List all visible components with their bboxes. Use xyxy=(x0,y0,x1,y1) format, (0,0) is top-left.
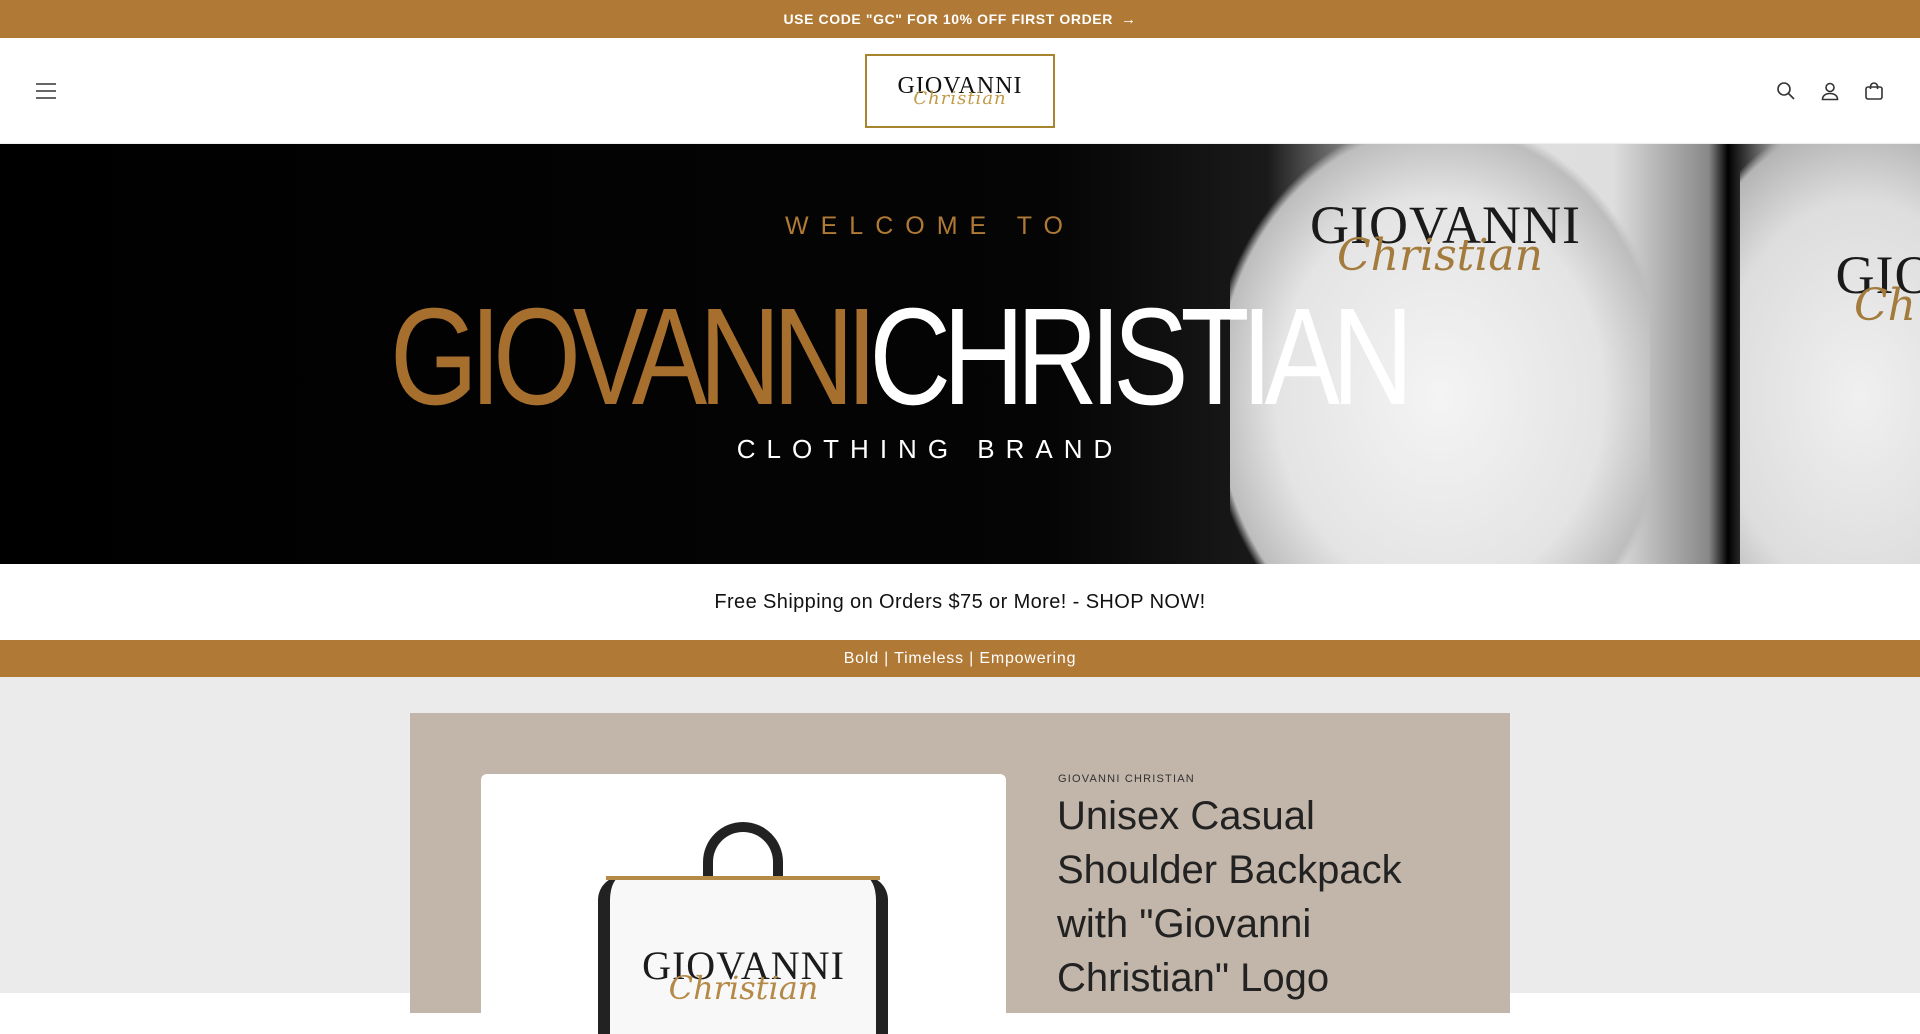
arrow-right-icon: → xyxy=(1120,10,1137,28)
backpack-logo-script: Christian xyxy=(668,969,819,1007)
backpack-logo: GIOVANNI Christian xyxy=(481,942,1006,1007)
tagline-text: Bold | Timeless | Empowering xyxy=(843,649,1077,667)
featured-product-section: GIOVANNI Christian GIOVANNI CHRISTIAN Un… xyxy=(0,677,1920,1034)
announcement-bar[interactable]: USE CODE "GC" FOR 10% OFF FIRST ORDER → xyxy=(0,0,1920,38)
hero-brand-gold: GIOVANNI xyxy=(390,280,878,434)
tshirt-logo-script-2: Ch xyxy=(1853,280,1916,331)
cart-icon xyxy=(1865,81,1883,100)
backpack-handle xyxy=(703,822,783,882)
header-icons xyxy=(1764,69,1896,113)
site-logo[interactable]: GIOVANNI Christian xyxy=(865,54,1055,128)
logo-script: Christian xyxy=(913,87,1007,109)
hero-subtitle: CLOTHING BRAND xyxy=(736,434,1124,464)
account-button[interactable] xyxy=(1808,69,1852,113)
hero-welcome-text: WELCOME TO xyxy=(785,212,1075,240)
cart-button[interactable] xyxy=(1852,69,1896,113)
backpack-trim xyxy=(606,876,880,880)
shipping-banner[interactable]: Free Shipping on Orders $75 or More! - S… xyxy=(0,564,1920,640)
tagline-bar: Bold | Timeless | Empowering xyxy=(0,640,1920,677)
menu-button[interactable] xyxy=(24,69,68,113)
hero-brand-white: CHRISTIAN xyxy=(869,280,1413,434)
product-title[interactable]: Unisex Casual Shoulder Backpack with "Gi… xyxy=(1057,789,1477,1005)
product-vendor: GIOVANNI CHRISTIAN xyxy=(1058,773,1195,785)
site-header: GIOVANNI Christian xyxy=(0,38,1920,144)
product-image[interactable]: GIOVANNI Christian xyxy=(481,774,1006,1034)
announcement-text[interactable]: USE CODE "GC" FOR 10% OFF FIRST ORDER xyxy=(783,11,1113,27)
search-button[interactable] xyxy=(1764,69,1808,113)
account-icon xyxy=(1821,82,1839,100)
menu-icon xyxy=(36,82,56,99)
tshirt-logo-2: GIO Ch xyxy=(1815,244,1920,331)
product-card: GIOVANNI Christian GIOVANNI CHRISTIAN Un… xyxy=(410,713,1510,1034)
shipping-text[interactable]: Free Shipping on Orders $75 or More! - S… xyxy=(714,591,1205,614)
tshirt-image-2: GIO Ch xyxy=(1740,144,1920,564)
hero-banner[interactable]: GIOVANNI Christian GIO Ch WELCOME TO GIO… xyxy=(0,144,1920,564)
search-icon xyxy=(1777,81,1795,100)
hero-brand-name: GIOVANNICHRISTIAN xyxy=(390,288,1414,426)
